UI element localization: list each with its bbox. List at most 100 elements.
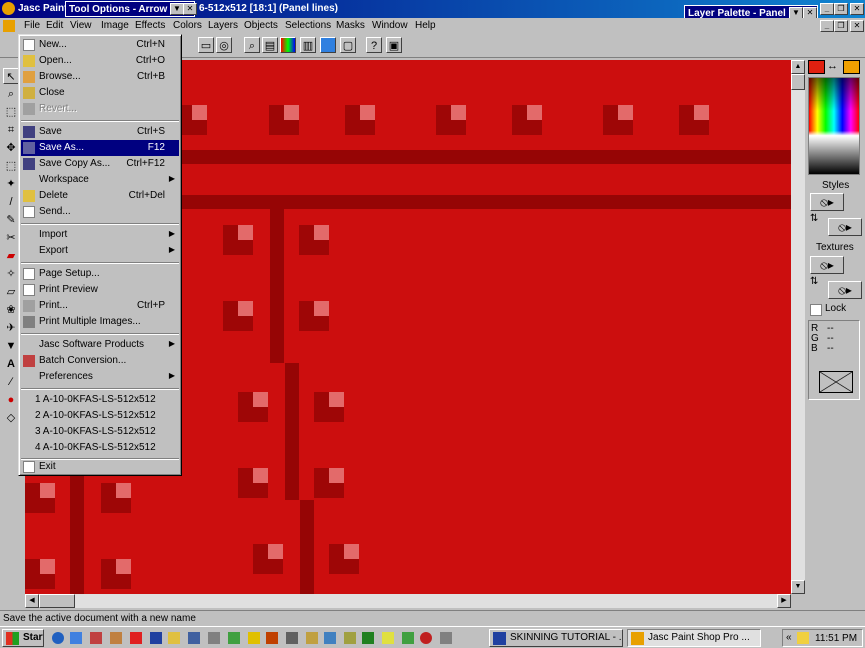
menu-item-recent-1[interactable]: 1 A-10-0KFAS-LS-512x512 [21,392,179,408]
swap-colors-icon[interactable]: ↔ [827,60,838,72]
menu-item-browse[interactable]: Browse... Ctrl+B [21,69,179,85]
app-icon-5[interactable] [168,632,180,644]
menu-item-page-setup[interactable]: Page Setup... [21,266,179,282]
clone-tool-icon[interactable]: ✂ [3,230,19,246]
picture-tube-icon[interactable]: ❀ [3,302,19,318]
scroll-down-icon[interactable]: ▼ [791,580,805,594]
mover-tool-icon[interactable]: ✥ [3,140,19,156]
menu-item-exit[interactable]: Exit [21,459,179,475]
menu-item-print-multiple[interactable]: Print Multiple Images... [21,314,179,330]
document-icon[interactable] [3,20,15,32]
start-button[interactable]: Start [2,629,44,647]
paintbrush-tool-icon[interactable]: ✎ [3,212,19,228]
flood-fill-icon[interactable]: ▼ [3,338,19,354]
menu-item-close[interactable]: Close [21,85,179,101]
menu-help[interactable]: Help [415,20,436,31]
vector-object-icon[interactable]: ◇ [3,410,19,426]
app-icon-11[interactable] [286,632,298,644]
app-icon-19[interactable] [440,632,452,644]
background-color-swatch[interactable] [843,60,860,74]
foreground-color-swatch[interactable] [808,60,825,74]
dial-icon[interactable]: ◎ [216,37,232,53]
menu-item-print-preview[interactable]: Print Preview [21,282,179,298]
color-palette-toggle-icon[interactable] [280,37,296,53]
menu-item-preferences[interactable]: Preferences ▶ [21,369,179,385]
tray-hand-icon[interactable] [797,632,809,644]
menu-image[interactable]: Image [101,20,129,31]
app-icon-18[interactable] [420,632,432,644]
menu-item-print[interactable]: Print... Ctrl+P [21,298,179,314]
menu-colors[interactable]: Colors [173,20,202,31]
app-icon-16[interactable] [382,632,394,644]
app-icon[interactable] [2,2,15,15]
tool-options-dropdown-icon[interactable]: ▼ [170,3,184,15]
overview-icon[interactable]: ▢ [340,37,356,53]
horizontal-scroll-thumb[interactable] [39,594,75,608]
eraser-tool-icon[interactable]: ▱ [3,284,19,300]
magic-wand-icon[interactable]: ✦ [3,176,19,192]
doc-restore-icon[interactable]: ❐ [834,20,848,32]
menu-item-save-copy-as[interactable]: Save Copy As... Ctrl+F12 [21,156,179,172]
menu-item-delete[interactable]: Delete Ctrl+Del [21,188,179,204]
draw-tool-icon[interactable]: ∕ [3,374,19,390]
menu-item-save[interactable]: Save Ctrl+S [21,124,179,140]
app-icon-3[interactable] [130,632,142,644]
tool-options-close-icon[interactable]: ✕ [183,3,197,15]
menu-item-recent-2[interactable]: 2 A-10-0KFAS-LS-512x512 [21,408,179,424]
app-icon-4[interactable] [150,632,162,644]
doc-minimize-icon[interactable]: _ [820,20,834,32]
app-icon-8[interactable] [228,632,240,644]
app-icon-2[interactable] [110,632,122,644]
app-icon-7[interactable] [208,632,220,644]
foreground-style-button[interactable]: ⦸▸ [810,193,844,211]
histogram-icon[interactable]: ▥ [300,37,316,53]
background-texture-button[interactable]: ⦸▸ [828,281,862,299]
arrow-tool-icon[interactable]: ↖ [3,68,19,84]
menu-item-open[interactable]: Open... Ctrl+O [21,53,179,69]
deform-tool-icon[interactable]: ⬚ [3,104,19,120]
menu-item-save-as[interactable]: Save As... F12 [21,140,179,156]
tray-expand-icon[interactable]: « [786,632,792,643]
close-icon[interactable]: ✕ [850,3,864,15]
app-icon-12[interactable] [306,632,318,644]
menu-effects[interactable]: Effects [135,20,165,31]
menu-masks[interactable]: Masks [336,20,365,31]
menu-objects[interactable]: Objects [244,20,278,31]
app-icon-17[interactable] [402,632,414,644]
menu-item-new[interactable]: New... Ctrl+N [21,37,179,53]
swap-textures-icon[interactable]: ⇅ [810,276,818,287]
app-icon-14[interactable] [344,632,356,644]
app-icon-9[interactable] [248,632,260,644]
menu-view[interactable]: View [70,20,92,31]
app-icon-6[interactable] [188,632,200,644]
doc-close-icon[interactable]: ✕ [850,20,864,32]
internet-explorer-icon[interactable] [52,632,64,644]
outlook-icon[interactable] [70,632,82,644]
airbrush-tool-icon[interactable]: ✈ [3,320,19,336]
app-icon-13[interactable] [324,632,336,644]
menu-file[interactable]: File [24,20,40,31]
crop-tool-icon[interactable]: ⌗ [3,122,19,138]
layers-toggle-icon[interactable] [320,37,336,53]
vertical-scroll-thumb[interactable] [791,74,805,90]
app-icon-10[interactable] [266,632,278,644]
scroll-left-icon[interactable]: ◀ [25,594,39,608]
app-icon-1[interactable] [90,632,102,644]
menu-edit[interactable]: Edit [46,20,63,31]
vertical-scrollbar[interactable]: ▲ ▼ [791,60,805,594]
lock-checkbox[interactable] [810,304,822,316]
menu-window[interactable]: Window [372,20,408,31]
menu-item-send[interactable]: Send... [21,204,179,220]
horizontal-scrollbar[interactable]: ◀ ▶ [25,594,791,608]
menu-item-workspace[interactable]: Workspace ▶ [21,172,179,188]
menu-layers[interactable]: Layers [208,20,238,31]
zoom-icon[interactable]: ⌕ [244,37,260,53]
menu-selections[interactable]: Selections [285,20,331,31]
selection-tool-icon[interactable]: ⬚ [3,158,19,174]
help-pointer-icon[interactable]: ? [366,37,382,53]
dropper-tool-icon[interactable]: / [3,194,19,210]
text-tool-icon[interactable]: A [3,356,19,372]
scroll-up-icon[interactable]: ▲ [791,60,805,74]
task-paint-shop-pro[interactable]: Jasc Paint Shop Pro ... [627,629,761,647]
menu-item-jasc-products[interactable]: Jasc Software Products ▶ [21,337,179,353]
